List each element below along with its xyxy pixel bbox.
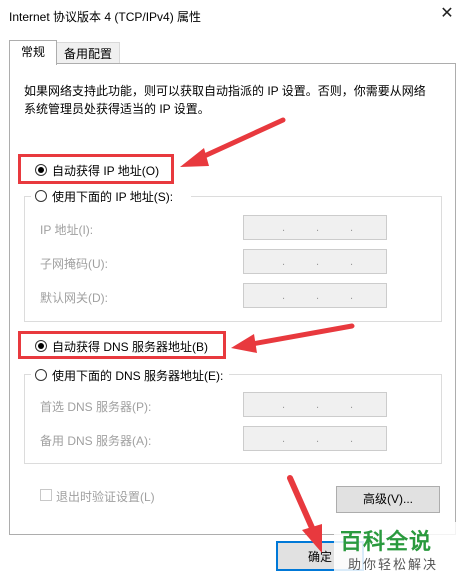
arrow-to-dns-auto: [231, 323, 355, 353]
watermark-title: 百科全说: [340, 530, 433, 555]
watermark: 百科全说 助你轻松解决: [334, 522, 462, 578]
arrow-to-ok: [287, 475, 322, 553]
watermark-subtitle: 助你轻松解决: [348, 557, 439, 572]
tab-general[interactable]: 常规: [9, 40, 57, 65]
annotation-arrows: [180, 117, 355, 553]
arrow-to-ip-auto: [180, 117, 286, 167]
